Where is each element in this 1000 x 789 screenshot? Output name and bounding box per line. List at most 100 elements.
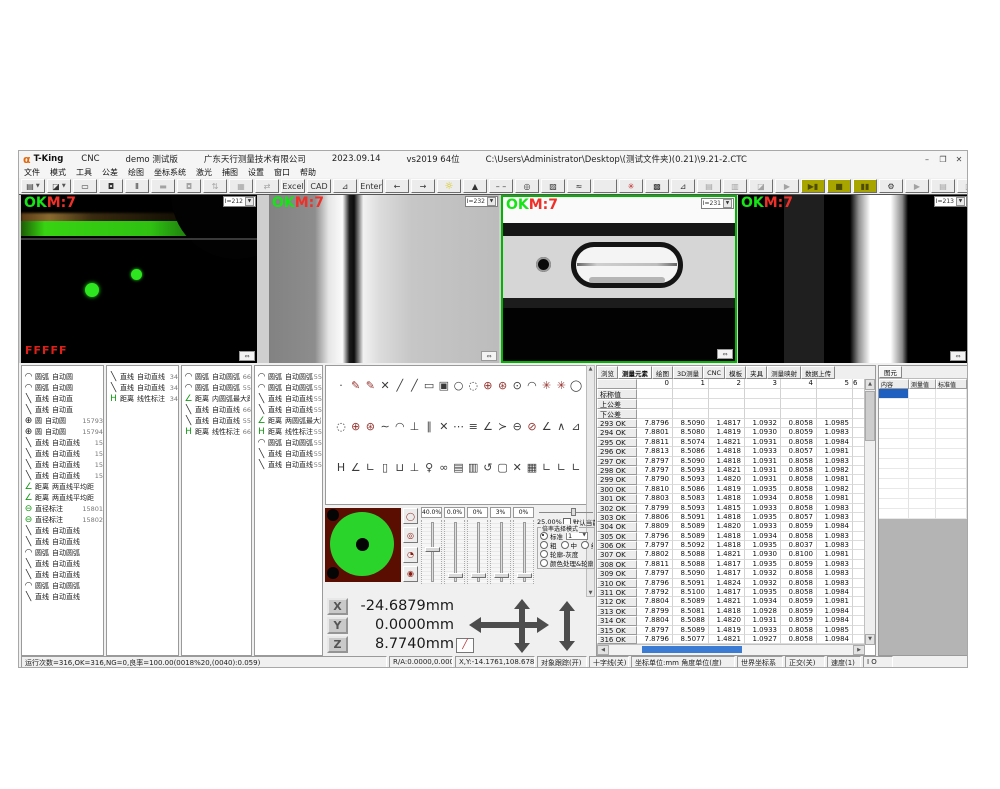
tab-6[interactable]: 模板 xyxy=(725,366,746,379)
tool-icon-r1-3[interactable]: ✎ xyxy=(363,378,377,392)
play-button[interactable]: ▶ xyxy=(775,179,799,193)
element-list-item[interactable]: ∠距离两直线平均距 xyxy=(22,492,103,503)
camera4-exposure-label[interactable]: I=213▼ xyxy=(934,196,967,207)
camera3-exposure-label[interactable]: I=231▼ xyxy=(701,198,734,209)
tab-element[interactable]: 图元 xyxy=(879,366,902,378)
camera-view-1[interactable]: FFFFF OKM:7 I=212▼ ⇔ xyxy=(21,195,257,363)
tool-icon-r3-13[interactable]: ✕ xyxy=(510,460,524,474)
menu-item-5[interactable]: 绘图 xyxy=(128,167,144,178)
table-row[interactable]: 297 OK7.87978.50901.48181.09310.80581.09… xyxy=(597,457,865,466)
table-row[interactable]: 311 OK7.87928.51001.48171.09350.80581.09… xyxy=(597,588,865,597)
level-radio-2[interactable] xyxy=(561,541,569,549)
tool-icon-r3-15[interactable]: ∟ xyxy=(540,460,554,474)
ring-light-mode-4[interactable]: ◉ xyxy=(403,566,418,582)
tool-icon-r2-13[interactable]: ⊖ xyxy=(510,419,524,433)
tool-icon-r3-5[interactable]: ⊔ xyxy=(393,460,407,474)
scroll-thumb[interactable] xyxy=(642,646,742,653)
excel-button[interactable]: Excel xyxy=(281,179,305,193)
standard-radio[interactable] xyxy=(540,532,548,540)
camera-view-3-selected[interactable]: OKM:7 I=231▼ ⇔ xyxy=(501,195,737,363)
matrix-button[interactable]: ▩ xyxy=(645,179,669,193)
tools-run-button[interactable]: ⚙ xyxy=(879,179,903,193)
table-row[interactable]: 296 OK7.88138.50861.48181.09330.80571.09… xyxy=(597,447,865,456)
element-list-item[interactable]: ╲直线自动直线34 xyxy=(107,382,178,393)
selected-cell[interactable] xyxy=(879,389,909,399)
save-button[interactable]: ▤▼ xyxy=(21,179,45,193)
tool-icon-r1-14[interactable]: ◠ xyxy=(525,378,539,392)
tab-7[interactable]: 夹具 xyxy=(746,366,767,379)
element-list-item[interactable]: ╲直线自动直线55 xyxy=(255,459,322,470)
slider-handle[interactable] xyxy=(425,547,440,552)
tool-icon-r2-10[interactable]: ≡ xyxy=(466,419,480,433)
open3-button[interactable]: ◪ xyxy=(957,179,968,193)
element-list-item[interactable]: ╲直线自动直线66 xyxy=(182,404,251,415)
light-slider-4[interactable]: 3% xyxy=(490,507,511,584)
mode-radio[interactable] xyxy=(540,559,548,567)
camera2-resize-grip[interactable]: ⇔ xyxy=(481,351,497,361)
menu-item-3[interactable]: 工具 xyxy=(76,167,92,178)
tool-icon-r2-7[interactable]: ∥ xyxy=(422,419,436,433)
table-row[interactable]: 293 OK7.87968.50901.48171.09320.80581.09… xyxy=(597,419,865,428)
tab-9[interactable]: 数据上传 xyxy=(801,366,835,379)
menu-item-8[interactable]: 捕图 xyxy=(222,167,238,178)
scroll-up-icon[interactable]: ▲ xyxy=(589,366,593,372)
open-button[interactable]: ◪▼ xyxy=(47,179,71,193)
menu-item-4[interactable]: 公差 xyxy=(102,167,118,178)
table-row[interactable]: 310 OK7.87968.50911.48241.09320.80581.09… xyxy=(597,579,865,588)
table-vertical-scrollbar[interactable]: ▲ ▼ xyxy=(864,379,875,645)
table-row[interactable]: 306 OK7.87978.50921.48181.09350.80371.09… xyxy=(597,541,865,550)
pan-arrows-icon[interactable] xyxy=(469,599,581,655)
tab-1[interactable]: 浏览 xyxy=(597,366,618,379)
scroll-right-icon[interactable]: ▶ xyxy=(853,645,865,655)
report-curve-button[interactable]: ⊿ xyxy=(333,179,357,193)
back-button[interactable]: ← xyxy=(385,179,409,193)
forward-button[interactable]: → xyxy=(411,179,435,193)
tab-3[interactable]: 绘图 xyxy=(652,366,673,379)
light-button[interactable]: ☼ xyxy=(437,179,461,193)
camera2-exposure-label[interactable]: I=232▼ xyxy=(465,196,498,207)
element-list-item[interactable]: ◠圆弧自动圆弧55 xyxy=(255,382,322,393)
tool-icon-r2-12[interactable]: ≻ xyxy=(496,419,510,433)
tool-icon-r3-9[interactable]: ▤ xyxy=(452,460,466,474)
level-radio-3[interactable] xyxy=(581,541,589,549)
tool-icon-r2-17[interactable]: ⊿ xyxy=(569,419,583,433)
tool-icon-r3-16[interactable]: ∟ xyxy=(554,460,568,474)
tool-icon-r2-14[interactable]: ⊘ xyxy=(525,419,539,433)
element-list-item[interactable]: ╲直线自动直线34 xyxy=(107,371,178,382)
panel-button[interactable]: ▥ xyxy=(723,179,747,193)
tool-icon-r3-14[interactable]: ▦ xyxy=(525,460,539,474)
tool-icon-r3-12[interactable]: ▢ xyxy=(496,460,510,474)
tool-icon-r1-5[interactable]: ╱ xyxy=(393,378,407,392)
element-list-item[interactable]: ╲直线自动直线 xyxy=(22,558,103,569)
camera3-resize-grip[interactable]: ⇔ xyxy=(717,349,733,359)
element-list-item[interactable]: H距离线性标注55 xyxy=(255,426,322,437)
table-row[interactable]: 312 OK7.88048.50891.48211.09340.80591.09… xyxy=(597,597,865,606)
tool-icon-r1-4[interactable]: ✕ xyxy=(378,378,392,392)
grid-button[interactable]: ▦ xyxy=(229,179,253,193)
stage-pan-arrows[interactable] xyxy=(469,599,581,659)
tab-4[interactable]: 3D测量 xyxy=(673,366,703,379)
ring-light-mode-1[interactable]: ◯ xyxy=(403,508,418,524)
ring-light-control[interactable] xyxy=(325,508,401,582)
tool-icon-r1-16[interactable]: ✳ xyxy=(554,378,568,392)
chart-button[interactable]: ⊿ xyxy=(671,179,695,193)
tool-icon-r2-3[interactable]: ⊛ xyxy=(363,419,377,433)
minimize-button[interactable]: – xyxy=(919,152,935,166)
element-list-item[interactable]: ╲直线自动直线15 xyxy=(22,470,103,481)
tool-icon-r3-4[interactable]: ▯ xyxy=(378,460,392,474)
tool-icon-r3-11[interactable]: ↺ xyxy=(481,460,495,474)
tool-icon-r2-16[interactable]: ∧ xyxy=(554,419,568,433)
tool-icon-r3-10[interactable]: ▥ xyxy=(466,460,480,474)
table-row[interactable]: 302 OK7.87998.50931.48151.09330.80581.09… xyxy=(597,504,865,513)
element-list-item[interactable]: ◠圆弧自动圆弧55 xyxy=(255,437,322,448)
element-list-item[interactable]: ╲直线自动直线55 xyxy=(255,393,322,404)
tool-icon-r3-1[interactable]: H xyxy=(334,460,348,474)
run-to-end-button[interactable]: ▶▮ xyxy=(801,179,825,193)
light-slider-5[interactable]: 0% xyxy=(513,507,534,584)
image-button[interactable]: ▲ xyxy=(463,179,487,193)
element-list-item[interactable]: ╲直线自动直线55 xyxy=(255,404,322,415)
slider-handle[interactable] xyxy=(448,573,463,578)
element-list-item[interactable]: ╲直线自动直线 xyxy=(22,591,103,602)
slider-handle[interactable] xyxy=(471,573,486,578)
scroll-up-icon[interactable]: ▲ xyxy=(865,379,875,390)
